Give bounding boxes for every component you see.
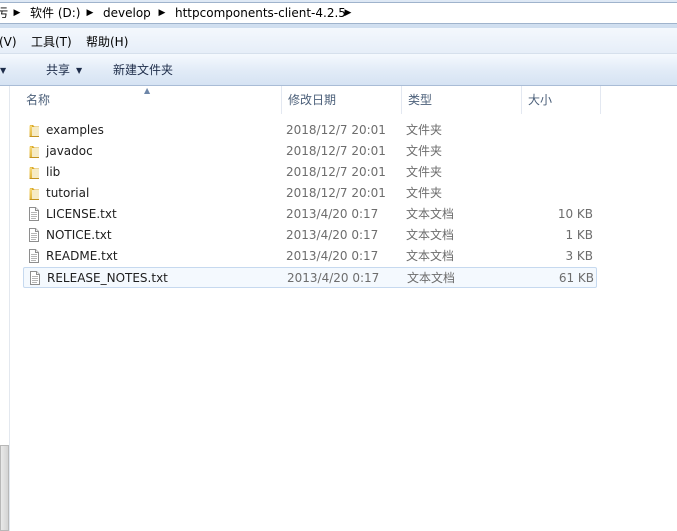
menu-tools[interactable]: 工具(T) [31,35,72,49]
text-file-icon [30,271,40,285]
file-row[interactable]: RELEASE_NOTES.txt 2013/4/20 0:17 文本文档 61 KB [23,267,597,288]
file-row[interactable]: NOTICE.txt 2013/4/20 0:17 文本文档 1 KB [23,225,597,246]
file-name: javadoc [46,144,93,158]
file-row[interactable]: javadoc 2018/12/7 20:01 文件夹 [23,141,597,162]
file-name: lib [46,165,61,179]
file-name: RELEASE_NOTES.txt [47,271,168,285]
breadcrumb-develop[interactable]: develop [103,6,151,21]
file-date: 2013/4/20 0:17 [286,228,379,242]
column-header-date-label: 修改日期 [288,93,337,107]
folder-icon [29,167,39,179]
file-type: 文本文档 [406,249,455,263]
file-date: 2018/12/7 20:01 [286,123,386,137]
file-type: 文件夹 [406,144,443,158]
file-row[interactable]: examples 2018/12/7 20:01 文件夹 [23,120,597,141]
folder-icon [29,188,39,200]
file-type: 文本文档 [406,228,455,242]
share-button[interactable]: 共享 ▼ [46,63,82,77]
file-type: 文本文档 [406,207,455,221]
file-name: README.txt [46,249,118,263]
file-row[interactable]: README.txt 2013/4/20 0:17 文本文档 3 KB [23,246,597,267]
column-header-size[interactable]: 大小 [522,86,601,114]
breadcrumb-current-folder[interactable]: httpcomponents-client-4.2.5 [175,6,346,21]
file-type: 文件夹 [406,186,443,200]
file-row[interactable]: tutorial 2018/12/7 20:01 文件夹 [23,183,597,204]
text-file-icon [29,228,39,242]
file-row[interactable]: lib 2018/12/7 20:01 文件夹 [23,162,597,183]
file-date: 2013/4/20 0:17 [286,249,379,263]
file-size [513,183,593,203]
file-size [513,120,593,140]
column-header-date[interactable]: 修改日期 [282,86,402,114]
file-type: 文件夹 [406,165,443,179]
chevron-down-icon: ▼ [76,66,83,75]
breadcrumb-partial: 污 [0,6,9,20]
organize-caret-icon[interactable]: ▼ [0,63,6,77]
file-size: 3 KB [565,249,593,263]
navigation-scrollbar-thumb[interactable] [0,445,9,531]
address-bar[interactable]: 污 ▶ 软件 (D:) ▶ develop ▶ httpcomponents-c… [0,2,677,24]
share-label: 共享 [46,63,71,77]
menu-view[interactable]: (V) [0,35,17,49]
file-size: 61 KB [558,271,594,285]
file-size [513,162,593,182]
command-toolbar: ▼ 共享 ▼ 新建文件夹 [0,54,677,86]
file-name: examples [46,123,104,137]
column-header-size-label: 大小 [528,93,553,107]
file-size: 1 KB [565,228,593,242]
address-bar-area: 污 ▶ 软件 (D:) ▶ develop ▶ httpcomponents-c… [0,0,677,28]
file-name: LICENSE.txt [46,207,117,221]
file-date: 2018/12/7 20:01 [286,165,386,179]
chevron-right-icon[interactable]: ▶ [344,7,352,19]
file-date: 2018/12/7 20:01 [286,144,386,158]
file-name: tutorial [46,186,90,200]
column-header-type-label: 类型 [408,93,433,107]
file-date: 2013/4/20 0:17 [287,271,380,285]
column-header-name-label: 名称 [26,93,51,107]
file-type: 文本文档 [407,271,456,285]
file-name: NOTICE.txt [46,228,112,242]
folder-icon [29,146,39,158]
column-header-name[interactable]: 名称 [20,86,282,114]
text-file-icon [29,249,39,263]
chevron-right-icon[interactable]: ▶ [158,7,166,19]
file-type: 文件夹 [406,123,443,137]
file-size [513,141,593,161]
file-date: 2013/4/20 0:17 [286,207,379,221]
menu-help[interactable]: 帮助(H) [86,35,128,49]
column-header-type[interactable]: 类型 [402,86,522,114]
chevron-right-icon[interactable]: ▶ [86,7,94,19]
file-row[interactable]: LICENSE.txt 2013/4/20 0:17 文本文档 10 KB [23,204,597,225]
folder-icon [29,125,39,137]
text-file-icon [29,207,39,221]
menu-bar: (V) 工具(T) 帮助(H) [0,28,677,54]
file-date: 2018/12/7 20:01 [286,186,386,200]
chevron-right-icon[interactable]: ▶ [13,7,21,19]
breadcrumb-drive[interactable]: 软件 (D:) [30,6,80,21]
file-size: 10 KB [557,207,593,221]
new-folder-button[interactable]: 新建文件夹 [113,63,173,77]
column-header-row: ▲ 名称 修改日期 类型 大小 [10,86,677,114]
